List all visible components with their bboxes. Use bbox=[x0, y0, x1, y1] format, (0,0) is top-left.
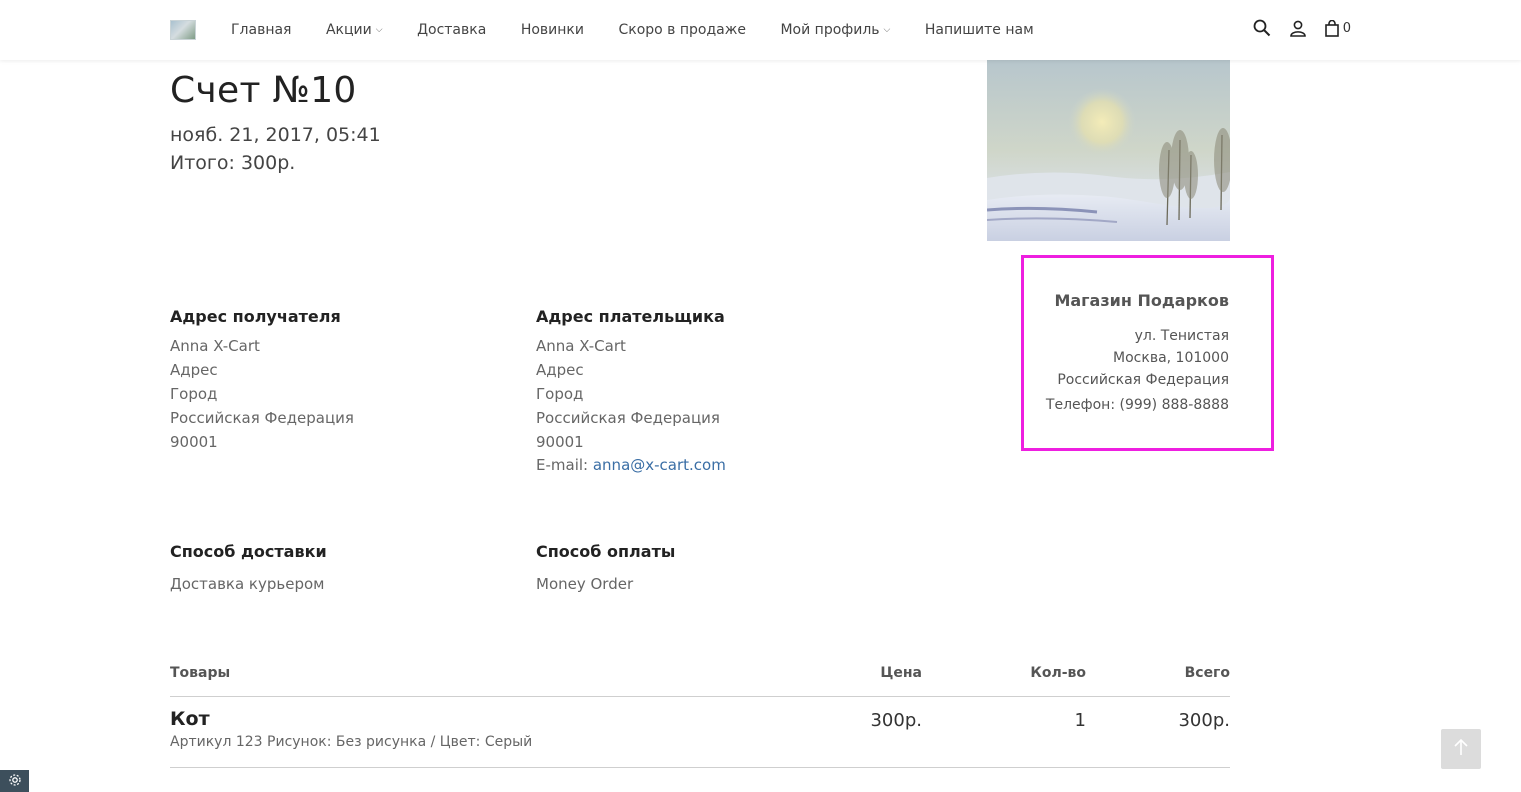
scroll-to-top-button[interactable] bbox=[1441, 729, 1481, 769]
shipping-method-value: Доставка курьером bbox=[170, 575, 325, 593]
search-icon[interactable] bbox=[1253, 19, 1271, 37]
nav-item-contact-us[interactable]: Напишите нам bbox=[925, 22, 1034, 38]
shipping-address-line: Город bbox=[170, 385, 218, 403]
chevron-down-icon: ⌵ bbox=[883, 25, 891, 35]
shipping-method-title: Способ доставки bbox=[170, 542, 327, 561]
billing-email: E-mail: anna@x-cart.com bbox=[536, 456, 726, 474]
store-banner-image bbox=[987, 60, 1230, 241]
shipping-address-line: Anna X-Cart bbox=[170, 337, 260, 355]
company-city: Москва, 101000 bbox=[1113, 350, 1229, 366]
email-link[interactable]: anna@x-cart.com bbox=[593, 456, 726, 474]
column-header-qty: Кол-во bbox=[1030, 665, 1086, 681]
nav-item-sales[interactable]: Акции ⌵ bbox=[326, 22, 383, 38]
cart-count: 0 bbox=[1342, 20, 1351, 36]
shipping-address-line: Адрес bbox=[170, 361, 218, 379]
arrow-up-icon bbox=[1454, 738, 1468, 760]
billing-address-line: 90001 bbox=[536, 433, 584, 451]
billing-address-title: Адрес плательщика bbox=[536, 307, 725, 326]
nav-item-coming-soon[interactable]: Скоро в продаже bbox=[618, 22, 746, 38]
product-name: Кот bbox=[170, 708, 210, 730]
table-header-divider bbox=[170, 696, 1230, 697]
user-icon[interactable] bbox=[1289, 19, 1307, 37]
nav-item-new[interactable]: Новинки bbox=[521, 22, 584, 38]
shipping-address-line: Российская Федерация bbox=[170, 409, 354, 427]
product-price: 300р. bbox=[870, 710, 922, 731]
billing-address-line: Anna X-Cart bbox=[536, 337, 626, 355]
shipping-address-line: 90001 bbox=[170, 433, 218, 451]
payment-method-value: Money Order bbox=[536, 575, 634, 593]
company-street: ул. Тенистая bbox=[1134, 328, 1229, 344]
store-logo[interactable] bbox=[170, 20, 196, 40]
gear-icon bbox=[8, 772, 22, 791]
shipping-address-title: Адрес получателя bbox=[170, 307, 341, 326]
cart-icon[interactable]: 0 bbox=[1324, 19, 1351, 37]
product-qty: 1 bbox=[1074, 710, 1086, 731]
site-header: Главная Акции ⌵ Доставка Новинки Скоро в … bbox=[0, 0, 1521, 60]
nav-item-my-profile[interactable]: Мой профиль ⌵ bbox=[780, 22, 890, 38]
column-header-items: Товары bbox=[170, 665, 231, 681]
main-nav: Главная Акции ⌵ Доставка Новинки Скоро в … bbox=[231, 20, 1068, 40]
email-label: E-mail: bbox=[536, 456, 593, 474]
page-title: Счет №10 bbox=[170, 70, 357, 111]
billing-address-line: Российская Федерация bbox=[536, 409, 720, 427]
table-row-divider bbox=[170, 767, 1230, 768]
billing-address-line: Город bbox=[536, 385, 584, 403]
billing-address-line: Адрес bbox=[536, 361, 584, 379]
invoice-total: Итого: 300р. bbox=[170, 152, 296, 174]
column-header-total: Всего bbox=[1184, 665, 1230, 681]
company-country: Российская Федерация bbox=[1057, 372, 1229, 388]
invoice-date: нояб. 21, 2017, 05:41 bbox=[170, 124, 381, 146]
nav-item-delivery[interactable]: Доставка bbox=[417, 22, 486, 38]
company-phone: Телефон: (999) 888-8888 bbox=[1045, 397, 1229, 413]
product-attributes: Артикул 123 Рисунок: Без рисунка / Цвет:… bbox=[170, 734, 533, 750]
chevron-down-icon: ⌵ bbox=[375, 25, 383, 35]
nav-item-home[interactable]: Главная bbox=[231, 22, 291, 38]
product-total: 300р. bbox=[1178, 710, 1230, 731]
header-actions: 0 bbox=[1235, 19, 1351, 37]
payment-method-title: Способ оплаты bbox=[536, 542, 676, 561]
settings-button[interactable] bbox=[0, 770, 29, 792]
company-name: Магазин Подарков bbox=[1054, 291, 1229, 310]
company-info-box: Магазин Подарков ул. Тенистая Москва, 10… bbox=[1021, 255, 1274, 451]
column-header-price: Цена bbox=[880, 665, 922, 681]
